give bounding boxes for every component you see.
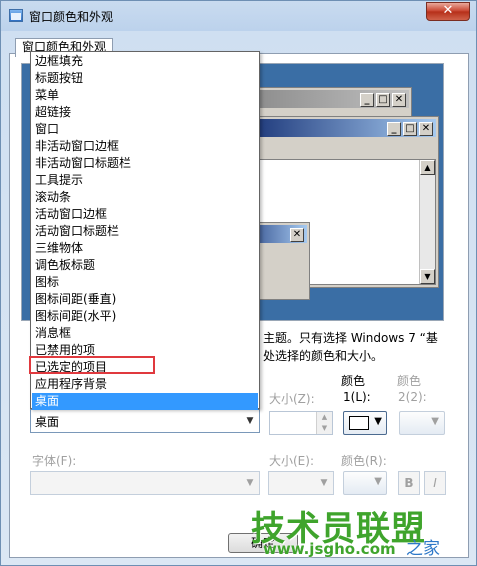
- color2-button[interactable]: ▼: [399, 411, 445, 435]
- dropdown-item[interactable]: 活动窗口标题栏: [32, 223, 258, 240]
- scroll-up-icon: ▲: [420, 160, 435, 175]
- annotation-highlight-box: [29, 356, 155, 374]
- font-size-select[interactable]: ▼: [268, 471, 334, 495]
- font-select[interactable]: ▼: [30, 471, 260, 495]
- italic-button[interactable]: I: [424, 471, 446, 495]
- dropdown-item[interactable]: 图标: [32, 274, 258, 291]
- color1-label: 颜色: [341, 374, 366, 388]
- chevron-down-icon: ▼: [246, 416, 254, 426]
- dropdown-item[interactable]: 工具提示: [32, 172, 258, 189]
- dropdown-item[interactable]: 边框填充: [32, 53, 258, 70]
- dropdown-item[interactable]: 非活动窗口标题栏: [32, 155, 258, 172]
- color2-sub-label: 2(2):: [398, 390, 427, 404]
- dropdown-item[interactable]: 滚动条: [32, 189, 258, 206]
- watermark-suffix: 之家: [406, 539, 440, 559]
- chevron-down-icon: ▼: [374, 476, 382, 487]
- dropdown-item[interactable]: 消息框: [32, 325, 258, 342]
- dialog-window: 窗口颜色和外观 ✕ 窗口颜色和外观 _ □ ✕ _ □ ✕ ▲ ▼ ✕ 主题。只…: [0, 0, 477, 566]
- font-label: 字体(F):: [32, 454, 77, 468]
- bold-button[interactable]: B: [398, 471, 420, 495]
- watermark-url: www.jsgho.com: [263, 540, 396, 558]
- dropdown-item[interactable]: 图标间距(水平): [32, 308, 258, 325]
- preview-minimize-icon: _: [387, 122, 401, 136]
- dropdown-item[interactable]: 超链接: [32, 104, 258, 121]
- dropdown-item[interactable]: 调色板标题: [32, 257, 258, 274]
- preview-maximize-icon: □: [403, 122, 417, 136]
- close-button[interactable]: ✕: [426, 2, 470, 21]
- chevron-down-icon: ▼: [431, 416, 439, 427]
- color1-button[interactable]: ▼: [343, 411, 387, 435]
- color1-sub-label: 1(L):: [343, 390, 371, 404]
- color1-swatch: [349, 416, 369, 430]
- font-color-button[interactable]: ▼: [343, 471, 387, 495]
- title-bar[interactable]: 窗口颜色和外观 ✕: [1, 1, 476, 31]
- preview-close-icon: ✕: [392, 93, 406, 107]
- dropdown-item[interactable]: 标题按钮: [32, 70, 258, 87]
- item-size-label: 大小(Z):: [269, 392, 315, 406]
- dropdown-item[interactable]: 非活动窗口边框: [32, 138, 258, 155]
- chevron-down-icon: ▼: [320, 478, 328, 488]
- font-color-label: 颜色(R):: [341, 454, 387, 468]
- preview-maximize-icon: □: [376, 93, 390, 107]
- item-select-value: 桌面: [35, 415, 60, 429]
- dropdown-item[interactable]: 窗口: [32, 121, 258, 138]
- item-select[interactable]: 桌面 ▼: [30, 409, 260, 433]
- spin-up-icon[interactable]: ▲: [316, 412, 332, 423]
- chevron-down-icon: ▼: [374, 416, 382, 427]
- description-text: 主题。只有选择 Windows 7 “基 处选择的颜色和大小。: [263, 331, 438, 363]
- dropdown-item[interactable]: 活动窗口边框: [32, 206, 258, 223]
- dropdown-item[interactable]: 三维物体: [32, 240, 258, 257]
- preview-minimize-icon: _: [360, 93, 374, 107]
- preview-close-icon: ✕: [419, 122, 433, 136]
- spin-down-icon[interactable]: ▼: [316, 423, 332, 434]
- dropdown-item[interactable]: 桌面: [32, 393, 258, 410]
- scroll-down-icon: ▼: [420, 269, 435, 284]
- preview-scrollbar: ▲ ▼: [419, 160, 435, 284]
- font-size-label: 大小(E):: [269, 454, 314, 468]
- dropdown-item[interactable]: 菜单: [32, 87, 258, 104]
- dropdown-item[interactable]: 图标间距(垂直): [32, 291, 258, 308]
- window-app-icon: [9, 9, 23, 22]
- preview-close-icon: ✕: [290, 228, 304, 242]
- chevron-down-icon: ▼: [246, 478, 254, 488]
- item-size-stepper[interactable]: ▲ ▼: [269, 411, 333, 435]
- dropdown-item[interactable]: 应用程序背景: [32, 376, 258, 393]
- window-title: 窗口颜色和外观: [29, 10, 114, 24]
- color2-label: 颜色: [397, 374, 422, 388]
